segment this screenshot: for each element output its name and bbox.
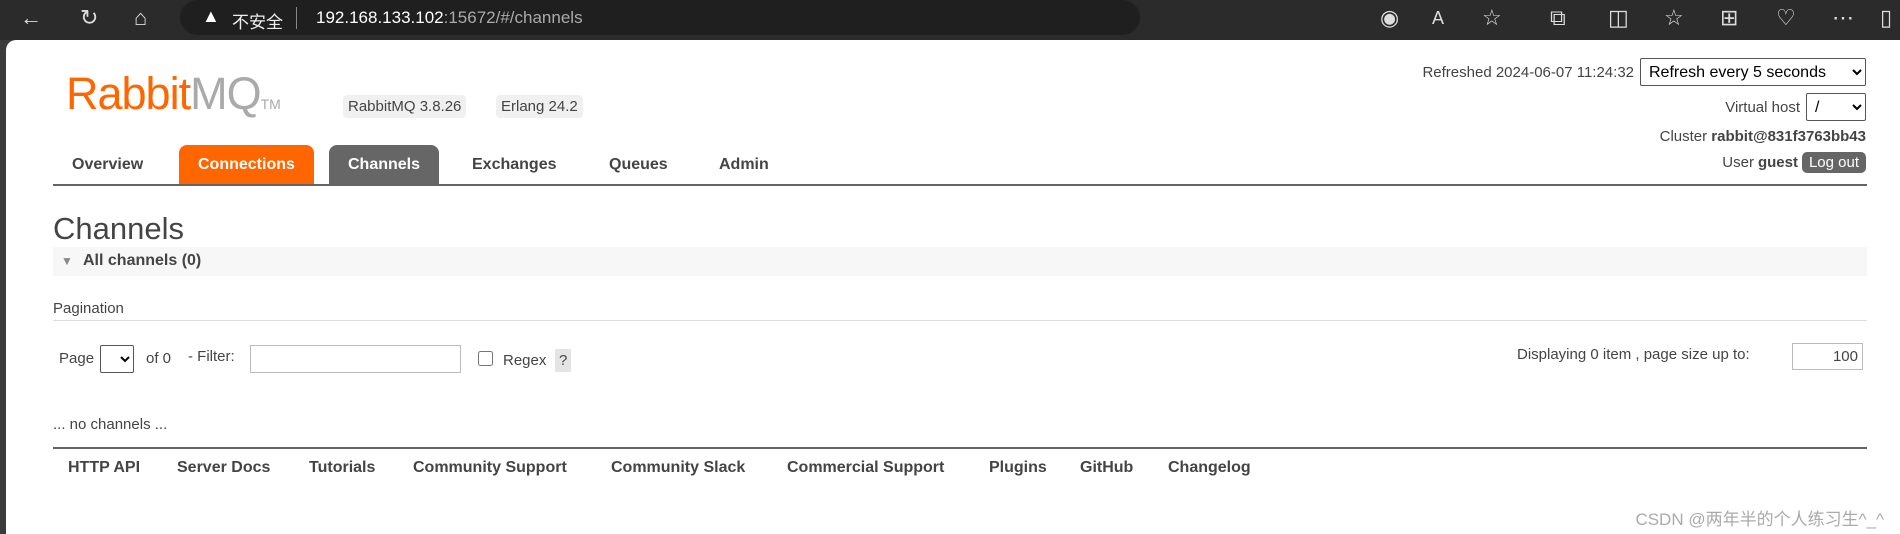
tab-connections[interactable]: Connections xyxy=(179,145,314,184)
tab-admin[interactable]: Admin xyxy=(700,145,788,184)
address-bar[interactable]: ▲ 不安全 192.168.133.102:15672/#/channels xyxy=(180,0,1140,35)
logo-rabbit: Rabbit xyxy=(66,68,191,119)
tab-channels[interactable]: Channels xyxy=(329,145,440,184)
page xyxy=(6,40,1900,534)
vhost-row: Virtual host / xyxy=(1725,93,1866,121)
warning-icon: ▲ xyxy=(202,6,220,26)
no-channels-message: ... no channels ... xyxy=(53,416,168,433)
page-size-input[interactable] xyxy=(1792,343,1863,370)
all-channels-section-header[interactable]: ▼ All channels (0) xyxy=(53,247,1867,276)
home-icon[interactable]: ⌂ xyxy=(134,5,147,31)
version-badge: RabbitMQ 3.8.26 xyxy=(343,95,467,118)
health-icon[interactable]: ♡ xyxy=(1776,5,1796,31)
footer-link-github[interactable]: GitHub xyxy=(1080,459,1133,477)
footer-link-server-docs[interactable]: Server Docs xyxy=(177,459,270,477)
user-row: User guest Log out xyxy=(1722,152,1866,173)
regex-help-button[interactable]: ? xyxy=(555,349,572,372)
filter-label: - Filter: xyxy=(188,348,235,365)
pagination-label: Pagination xyxy=(53,300,124,317)
reload-icon[interactable]: ↻ xyxy=(80,5,98,31)
page-title: Channels xyxy=(53,211,184,246)
of-pages-label: of 0 xyxy=(146,350,172,367)
browser-toolbar: ← ↻ ⌂ ▲ 不安全 192.168.133.102:15672/#/chan… xyxy=(0,0,1900,40)
section-title: All channels (0) xyxy=(83,252,202,269)
footer-link-http-api[interactable]: HTTP API xyxy=(68,459,140,477)
edge-icon[interactable]: ◉ xyxy=(1380,5,1399,31)
footer-link-community-support[interactable]: Community Support xyxy=(413,459,567,477)
displaying-label: Displaying 0 item , page size up to: xyxy=(1517,346,1750,363)
back-icon[interactable]: ← xyxy=(20,5,42,31)
pagination-divider xyxy=(53,320,1867,321)
url-host: 192.168.133.102 xyxy=(316,8,444,27)
nav-divider xyxy=(53,184,1867,186)
footer-link-tutorials[interactable]: Tutorials xyxy=(309,459,375,477)
footer-link-plugins[interactable]: Plugins xyxy=(989,459,1047,477)
extensions-icon[interactable]: ⧉ xyxy=(1550,5,1566,31)
footer-link-changelog[interactable]: Changelog xyxy=(1168,459,1251,477)
user-value: guest xyxy=(1757,154,1798,171)
split-screen-icon[interactable]: ◫ xyxy=(1608,5,1629,31)
rabbitmq-logo[interactable]: RabbitMQTM xyxy=(66,68,281,120)
url-text: 192.168.133.102:15672/#/channels xyxy=(316,8,583,28)
cluster-value: rabbit@831f3763bb43 xyxy=(1711,128,1866,145)
sidebar-icon[interactable]: ▯ xyxy=(1880,5,1892,31)
more-icon[interactable]: ⋯ xyxy=(1832,5,1854,31)
read-aloud-icon[interactable]: A xyxy=(1432,8,1444,29)
page-label: Page xyxy=(59,350,95,367)
favorite-star-icon[interactable]: ☆ xyxy=(1482,5,1502,31)
tab-exchanges[interactable]: Exchanges xyxy=(453,145,575,184)
vhost-label: Virtual host xyxy=(1725,98,1800,116)
refresh-row: Refreshed 2024-06-07 11:24:32 Refresh ev… xyxy=(1422,58,1866,86)
insecure-label: 不安全 xyxy=(232,13,283,32)
erlang-badge: Erlang 24.2 xyxy=(496,95,583,118)
logo-tm: TM xyxy=(260,96,281,112)
vhost-select[interactable]: / xyxy=(1806,93,1866,121)
cluster-row: Cluster rabbit@831f3763bb43 xyxy=(1660,128,1866,145)
regex-label: Regex xyxy=(503,352,547,369)
url-path: :15672/#/channels xyxy=(443,8,583,27)
logout-button[interactable]: Log out xyxy=(1801,152,1866,173)
regex-checkbox[interactable] xyxy=(478,351,493,366)
refresh-select[interactable]: Refresh every 5 seconds xyxy=(1640,58,1866,86)
footer-divider xyxy=(53,447,1867,449)
logo-mq: MQ xyxy=(190,68,261,119)
footer-link-commercial-support[interactable]: Commercial Support xyxy=(787,459,944,477)
favorites-icon[interactable]: ☆ xyxy=(1664,5,1684,31)
refreshed-label: Refreshed 2024-06-07 11:24:32 xyxy=(1422,63,1634,81)
tab-queues[interactable]: Queues xyxy=(590,145,687,184)
tab-overview[interactable]: Overview xyxy=(53,145,162,184)
watermark: CSDN @两年半的个人练习生^_^ xyxy=(1635,510,1884,529)
cluster-label: Cluster xyxy=(1659,128,1708,145)
divider xyxy=(296,7,297,29)
footer-link-community-slack[interactable]: Community Slack xyxy=(611,459,745,477)
collections-icon[interactable]: ⊞ xyxy=(1720,5,1738,31)
filter-input[interactable] xyxy=(250,345,461,373)
collapse-triangle-icon: ▼ xyxy=(61,254,73,268)
user-label: User xyxy=(1722,154,1754,171)
page-select[interactable] xyxy=(100,345,134,373)
